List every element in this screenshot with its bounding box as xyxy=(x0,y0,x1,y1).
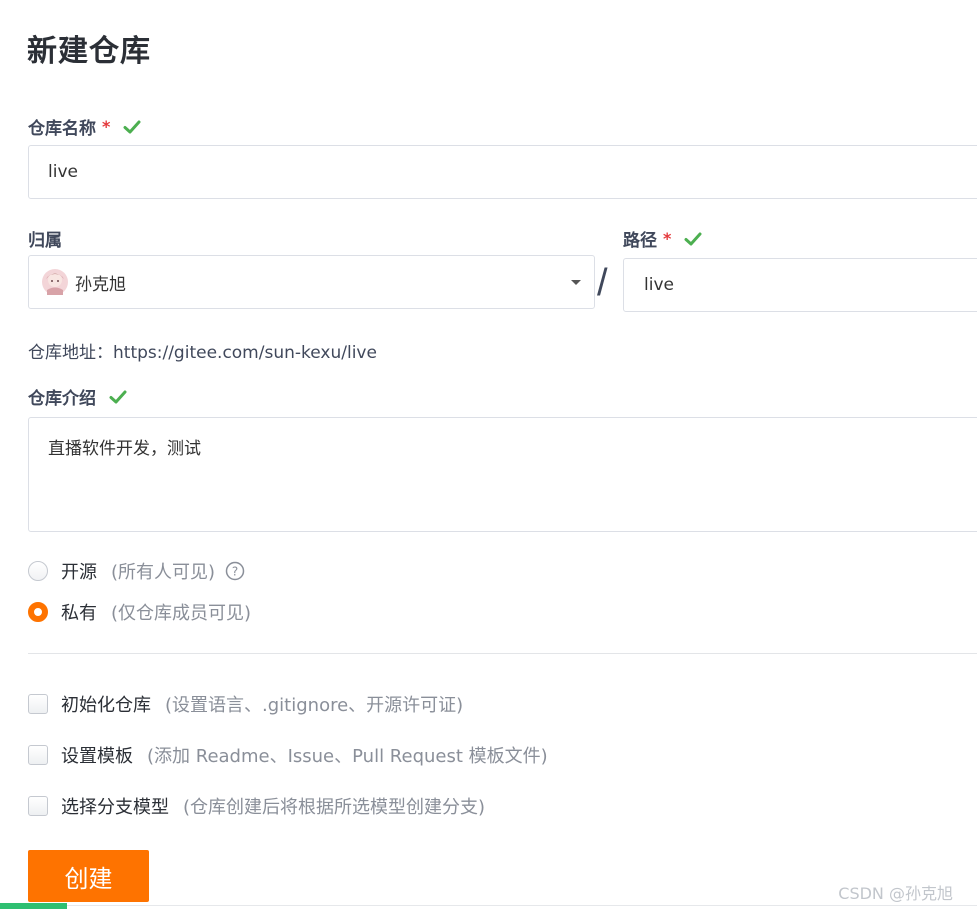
visibility-public-label: 开源 xyxy=(61,562,97,583)
question-circle-icon[interactable]: ? xyxy=(225,561,245,581)
page-title: 新建仓库 xyxy=(27,34,151,69)
owner-select[interactable]: 孙克旭 xyxy=(28,255,595,309)
repo-name-value: live xyxy=(48,162,78,182)
visibility-option-public[interactable]: 开源 (所有人可见) ? xyxy=(28,558,245,584)
caret-down-icon xyxy=(571,280,581,285)
radio-public[interactable] xyxy=(28,561,48,581)
check-icon xyxy=(684,232,702,245)
repo-address-url: https://gitee.com/sun-kexu/live xyxy=(113,343,377,363)
watermark: CSDN @孙克旭 xyxy=(838,884,953,903)
extra-init-label: 初始化仓库 xyxy=(61,695,151,716)
extra-option-template[interactable]: 设置模板 (添加 Readme、Issue、Pull Request 模板文件) xyxy=(28,742,548,768)
checkbox-branch-model[interactable] xyxy=(28,796,48,816)
checkbox-template[interactable] xyxy=(28,745,48,765)
svg-text:?: ? xyxy=(232,565,238,579)
bottom-border xyxy=(0,905,977,906)
path-value: live xyxy=(644,275,674,295)
required-asterisk: * xyxy=(102,117,111,136)
visibility-option-private[interactable]: 私有 (仅仓库成员可见) xyxy=(28,599,251,625)
extra-option-branch-model[interactable]: 选择分支模型 (仓库创建后将根据所选模型创建分支) xyxy=(28,793,485,819)
radio-private[interactable] xyxy=(28,602,48,622)
extra-init-hint: (设置语言、.gitignore、开源许可证) xyxy=(165,695,464,716)
visibility-public-hint: (所有人可见) xyxy=(111,562,216,583)
required-asterisk: * xyxy=(663,229,672,248)
path-separator: / xyxy=(597,262,608,304)
check-icon xyxy=(123,120,141,133)
description-label: 仓库介绍 xyxy=(28,389,96,409)
owner-value: 孙克旭 xyxy=(75,274,126,295)
check-icon xyxy=(109,390,127,403)
extra-template-label: 设置模板 xyxy=(61,746,133,767)
extra-branch-hint: (仓库创建后将根据所选模型创建分支) xyxy=(183,797,486,818)
description-label-row: 仓库介绍 xyxy=(28,384,128,409)
description-value: 直播软件开发，测试 xyxy=(48,439,201,459)
owner-label: 归属 xyxy=(28,231,62,251)
visibility-private-label: 私有 xyxy=(61,603,97,624)
path-label: 路径 xyxy=(623,231,657,251)
repo-name-label-row: 仓库名称 * xyxy=(28,114,142,139)
repo-name-input[interactable]: live xyxy=(28,145,977,199)
path-input[interactable]: live xyxy=(623,258,977,312)
extra-branch-label: 选择分支模型 xyxy=(61,797,169,818)
progress-indicator xyxy=(0,903,67,909)
extra-template-hint: (添加 Readme、Issue、Pull Request 模板文件) xyxy=(147,746,548,767)
path-label-row: 路径 * xyxy=(623,226,703,251)
description-textarea[interactable]: 直播软件开发，测试 xyxy=(28,417,977,532)
repo-address-label: 仓库地址： xyxy=(28,343,113,363)
visibility-private-hint: (仅仓库成员可见) xyxy=(111,603,252,624)
repo-name-label: 仓库名称 xyxy=(28,119,96,139)
create-button[interactable]: 创建 xyxy=(28,850,149,902)
checkbox-init-repo[interactable] xyxy=(28,694,48,714)
divider xyxy=(28,653,977,654)
repo-address: 仓库地址：https://gitee.com/sun-kexu/live xyxy=(28,338,377,363)
avatar xyxy=(42,269,68,295)
extra-option-init[interactable]: 初始化仓库 (设置语言、.gitignore、开源许可证) xyxy=(28,691,463,717)
